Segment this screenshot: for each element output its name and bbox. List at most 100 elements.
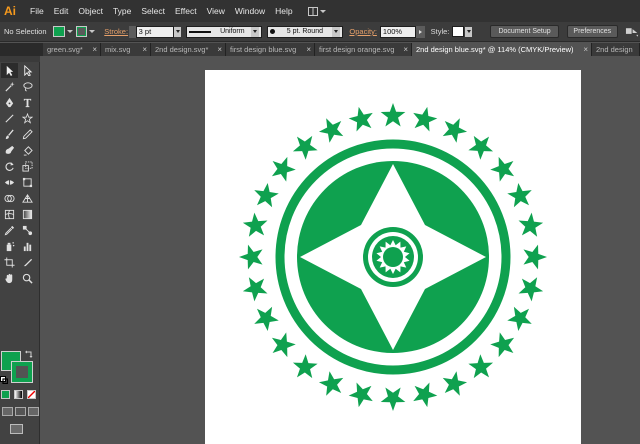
stroke-weight-field[interactable]: 3 pt xyxy=(135,25,174,38)
draw-normal-button[interactable] xyxy=(2,407,13,416)
tab-2nd-design-blue-active[interactable]: 2nd design blue.svg* @ 114% (CMYK/Previe… xyxy=(412,43,592,56)
menu-bar: Ai File Edit Object Type Select Effect V… xyxy=(0,0,640,22)
arrange-grid-icon xyxy=(307,6,318,16)
gradient-tool[interactable] xyxy=(19,207,36,222)
scale-tool[interactable] xyxy=(19,159,36,174)
mesh-tool[interactable] xyxy=(1,207,18,222)
symbol-sprayer-tool[interactable] xyxy=(1,239,18,254)
rotate-tool[interactable] xyxy=(1,159,18,174)
opacity-slider-button[interactable] xyxy=(416,25,425,38)
stroke-label[interactable]: Stroke: xyxy=(104,27,128,36)
control-bar: No Selection Stroke: 3 pt Uniform 5 pt. … xyxy=(0,22,640,42)
eyedropper-tool[interactable] xyxy=(1,223,18,238)
menu-file[interactable]: File xyxy=(25,0,49,22)
tab-green-svg[interactable]: green.svg* × xyxy=(43,43,101,56)
close-icon[interactable]: × xyxy=(92,43,97,56)
menu-edit[interactable]: Edit xyxy=(49,0,74,22)
emblem-artwork[interactable] xyxy=(205,70,581,444)
brush-value: 5 pt. Round xyxy=(286,27,323,35)
opacity-label[interactable]: Opacity: xyxy=(349,27,377,36)
direct-selection-tool[interactable] xyxy=(19,63,36,78)
style-dropdown[interactable] xyxy=(464,26,473,37)
mesh-icon xyxy=(4,209,15,220)
draw-behind-button[interactable] xyxy=(15,407,26,416)
eraser-tool[interactable] xyxy=(19,143,36,158)
star-tool[interactable] xyxy=(19,111,36,126)
symbol-sprayer-icon xyxy=(6,242,15,252)
artboard-icon xyxy=(4,257,15,268)
color-mode-button[interactable] xyxy=(1,390,10,399)
blob-brush-icon xyxy=(5,145,15,154)
brush-definition-select[interactable]: 5 pt. Round xyxy=(267,25,344,38)
default-fill-stroke-icon[interactable] xyxy=(0,376,8,384)
magic-wand-tool[interactable] xyxy=(1,79,18,94)
selection-tool[interactable] xyxy=(1,63,18,78)
graphic-style-swatch[interactable] xyxy=(452,26,464,37)
zoom-tool[interactable] xyxy=(19,271,36,286)
stroke-color-box[interactable] xyxy=(11,361,33,383)
gradient-mode-button[interactable] xyxy=(14,390,23,399)
menu-help[interactable]: Help xyxy=(270,0,297,22)
perspective-grid-icon xyxy=(22,193,33,203)
hand-tool[interactable] xyxy=(1,271,18,286)
menu-object[interactable]: Object xyxy=(73,0,108,22)
lasso-tool[interactable] xyxy=(19,79,36,94)
fill-dropdown-icon[interactable] xyxy=(66,30,73,33)
type-tool[interactable] xyxy=(19,95,36,110)
change-screen-mode-button[interactable] xyxy=(10,424,23,434)
artboard[interactable] xyxy=(205,70,581,444)
tab-label: first design blue.svg xyxy=(230,45,297,54)
close-icon[interactable]: × xyxy=(403,43,408,56)
pencil-tool[interactable] xyxy=(19,127,36,142)
close-icon[interactable]: × xyxy=(142,43,147,56)
width-tool[interactable] xyxy=(1,175,18,190)
style-label: Style: xyxy=(430,27,450,36)
shape-builder-icon xyxy=(4,194,15,203)
draw-inside-button[interactable] xyxy=(28,407,39,416)
tab-first-design-blue[interactable]: first design blue.svg × xyxy=(226,43,315,56)
menu-window[interactable]: Window xyxy=(230,0,270,22)
variable-width-profile-select[interactable]: Uniform xyxy=(186,25,263,38)
column-graph-tool[interactable] xyxy=(19,239,36,254)
preferences-button[interactable]: Preferences xyxy=(566,25,618,38)
paintbrush-tool[interactable] xyxy=(1,127,18,142)
slice-tool[interactable] xyxy=(19,255,36,270)
close-icon[interactable]: × xyxy=(306,43,311,56)
tab-first-design-orange[interactable]: first design orange.svg × xyxy=(315,43,412,56)
control-panel-menu-icon[interactable] xyxy=(625,26,640,38)
blend-tool[interactable] xyxy=(19,223,36,238)
shape-builder-tool[interactable] xyxy=(1,191,18,206)
tab-2nd-design[interactable]: 2nd design xyxy=(592,43,640,56)
menu-effect[interactable]: Effect xyxy=(170,0,202,22)
free-transform-tool[interactable] xyxy=(19,175,36,190)
arrange-documents-button[interactable] xyxy=(307,4,330,18)
stroke-dropdown-icon[interactable] xyxy=(89,30,96,33)
opacity-field[interactable]: 100% xyxy=(379,25,417,38)
none-mode-button[interactable] xyxy=(27,390,36,399)
line-segment-tool[interactable] xyxy=(1,111,18,126)
stroke-swatch[interactable] xyxy=(75,26,88,37)
stroke-stepper[interactable] xyxy=(129,25,136,38)
menu-select[interactable]: Select xyxy=(136,0,170,22)
scale-icon xyxy=(22,161,33,172)
artboard-tool[interactable] xyxy=(1,255,18,270)
border-star xyxy=(254,306,279,332)
border-star xyxy=(518,277,544,302)
tab-label: first design orange.svg xyxy=(319,45,395,54)
border-star xyxy=(413,106,438,132)
close-icon[interactable]: × xyxy=(217,43,222,56)
close-icon[interactable]: × xyxy=(583,43,588,56)
swap-fill-stroke-icon[interactable] xyxy=(25,350,33,358)
menu-view[interactable]: View xyxy=(202,0,230,22)
tab-mix-svg[interactable]: mix.svg × xyxy=(101,43,151,56)
perspective-grid-tool[interactable] xyxy=(19,191,36,206)
document-setup-button[interactable]: Document Setup xyxy=(490,25,559,38)
fill-swatch[interactable] xyxy=(53,26,65,37)
blob-brush-tool[interactable] xyxy=(1,143,18,158)
stroke-weight-dropdown[interactable] xyxy=(173,26,182,37)
menu-type[interactable]: Type xyxy=(108,0,136,22)
border-star xyxy=(380,103,406,127)
tab-2nd-design-svg[interactable]: 2nd design.svg* × xyxy=(151,43,226,56)
tab-label: 2nd design xyxy=(596,45,633,54)
pen-tool[interactable] xyxy=(1,95,18,110)
